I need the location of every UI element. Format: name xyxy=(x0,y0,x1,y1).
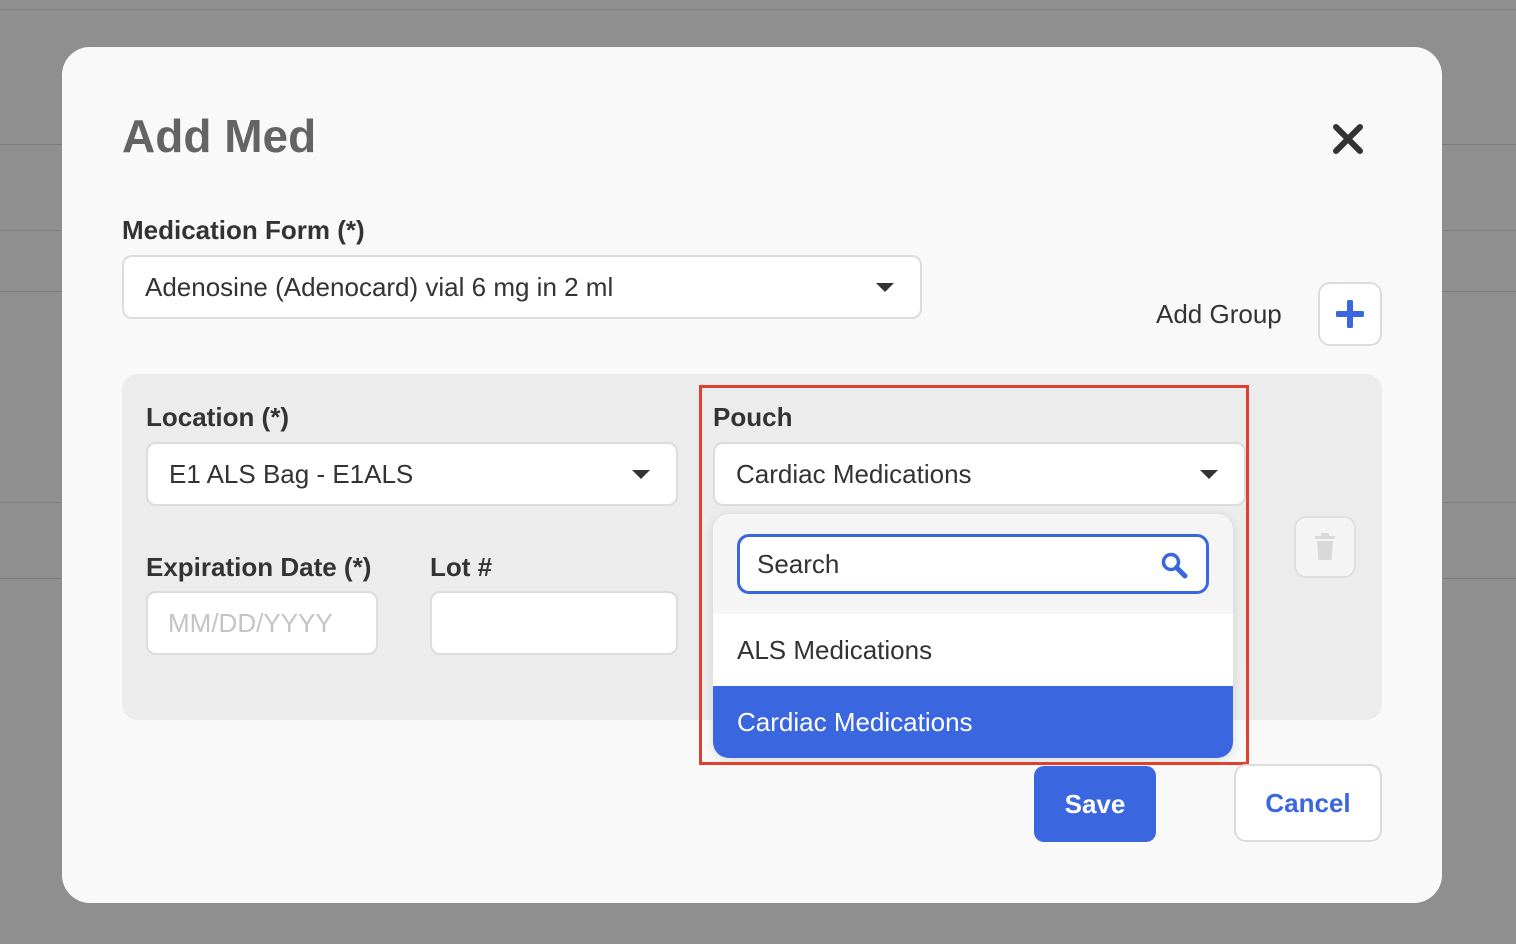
plus-icon xyxy=(1336,300,1364,328)
close-button[interactable] xyxy=(1328,119,1368,159)
add-group-label: Add Group xyxy=(1156,299,1282,329)
dropdown-search-input[interactable] xyxy=(740,537,1157,591)
medication-form-value: Adenosine (Adenocard) vial 6 mg in 2 ml xyxy=(145,271,614,302)
expiration-date-label: Expiration Date (*) xyxy=(146,552,372,582)
dropdown-search-area xyxy=(713,514,1233,614)
pouch-dropdown: ALS Medications Cardiac Medications xyxy=(713,514,1233,758)
medication-form-label: Medication Form (*) xyxy=(122,215,365,245)
cancel-button[interactable]: Cancel xyxy=(1234,764,1382,842)
trash-icon xyxy=(1315,533,1335,560)
lot-label: Lot # xyxy=(430,552,493,582)
location-label: Location (*) xyxy=(146,402,289,432)
delete-group-button[interactable] xyxy=(1294,516,1356,578)
expiration-date-input[interactable] xyxy=(146,591,378,655)
chevron-down-icon xyxy=(632,470,650,479)
location-select[interactable]: E1 ALS Bag - E1ALS xyxy=(146,442,678,506)
search-icon xyxy=(1161,552,1188,579)
chevron-down-icon xyxy=(876,283,894,292)
close-icon xyxy=(1333,124,1363,154)
chevron-down-icon xyxy=(1200,470,1218,479)
pouch-value: Cardiac Medications xyxy=(736,458,972,489)
dropdown-option-als-medications[interactable]: ALS Medications xyxy=(713,614,1233,686)
dropdown-search-box xyxy=(737,534,1209,594)
lot-input[interactable] xyxy=(430,591,678,655)
modal-title: Add Med xyxy=(122,110,317,162)
location-value: E1 ALS Bag - E1ALS xyxy=(169,458,414,489)
save-button[interactable]: Save xyxy=(1034,766,1156,842)
dropdown-option-cardiac-medications[interactable]: Cardiac Medications xyxy=(713,686,1233,758)
medication-form-select[interactable]: Adenosine (Adenocard) vial 6 mg in 2 ml xyxy=(122,255,922,319)
add-group-button[interactable] xyxy=(1318,282,1382,346)
background-divider xyxy=(0,9,1516,10)
add-med-modal: Add Med Medication Form (*) Adenosine (A… xyxy=(62,47,1442,903)
pouch-select[interactable]: Cardiac Medications xyxy=(713,442,1246,506)
pouch-label: Pouch xyxy=(713,402,793,432)
